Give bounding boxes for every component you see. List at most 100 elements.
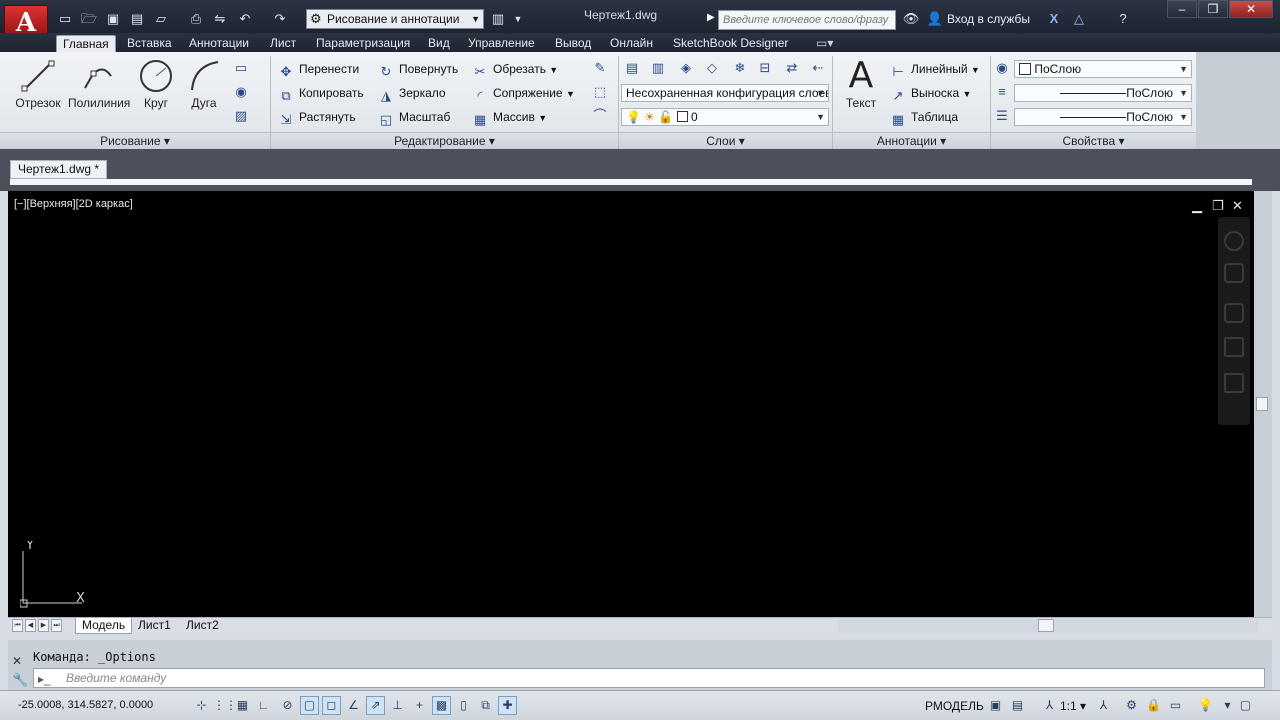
layout-tab-sheet1[interactable]: Лист1 bbox=[132, 618, 177, 634]
osnap-icon[interactable]: ▢ bbox=[300, 696, 319, 715]
search-input[interactable]: Введите ключевое слово/фразу bbox=[718, 10, 896, 30]
steering-wheel-icon[interactable] bbox=[1224, 231, 1244, 251]
annotation-panel-title[interactable]: Аннотации ▾ bbox=[833, 132, 990, 149]
scale-tool[interactable]: ◱ Масштаб bbox=[378, 108, 451, 127]
prev-layout-icon[interactable]: ◀ bbox=[25, 619, 36, 632]
scrollbar-thumb[interactable] bbox=[1256, 397, 1268, 411]
qat-customize-icon[interactable]: ▼ bbox=[509, 10, 527, 28]
properties-panel-title[interactable]: Свойства ▾ bbox=[991, 132, 1196, 149]
layout-tab-sheet2[interactable]: Лист2 bbox=[180, 618, 225, 634]
3dosnap-icon[interactable]: ◻ bbox=[322, 696, 341, 715]
workspace-select[interactable]: ⚙ Рисование и аннотации ▼ bbox=[306, 9, 484, 29]
otrack-icon[interactable]: ∠ bbox=[344, 696, 363, 715]
wrench-icon[interactable]: 🔧 bbox=[12, 672, 28, 688]
move-tool[interactable]: ✥ Перенести bbox=[278, 60, 360, 79]
erase-icon[interactable]: ✎ bbox=[590, 58, 610, 78]
snap-mode-icon[interactable]: ⋮⋮ bbox=[212, 696, 237, 715]
undo-icon[interactable]: ↶ bbox=[236, 10, 254, 28]
fillet-tool[interactable]: ◜ Сопряжение ▼ bbox=[472, 84, 574, 103]
workspace-switch-icon[interactable]: ▥ bbox=[489, 10, 507, 28]
layer-lock-icon[interactable]: ⊟ bbox=[755, 58, 775, 78]
infer-constraints-icon[interactable]: ⊹ bbox=[192, 696, 211, 715]
viewport-controls-label[interactable]: [−][Верхняя][2D каркас] bbox=[14, 198, 133, 210]
linear-dim-tool[interactable]: ⊢ Линейный ▼ bbox=[890, 60, 979, 79]
array-tool[interactable]: ▦ Массив ▼ bbox=[472, 108, 547, 127]
isolate-objects-icon[interactable]: 💡 bbox=[1196, 696, 1215, 715]
ribbon-minimize-icon[interactable]: ▭▾ bbox=[810, 35, 839, 53]
layers-panel-title[interactable]: Слои ▾ bbox=[619, 132, 832, 149]
dyn-icon[interactable]: ⊥ bbox=[388, 696, 407, 715]
tab-layout[interactable]: Лист bbox=[264, 35, 302, 53]
horizontal-scrollbar[interactable] bbox=[838, 619, 1258, 633]
layer-state-icon[interactable]: ▥ bbox=[648, 58, 668, 78]
drawing-area[interactable]: [−][Верхняя][2D каркас] ▁ ❐ ✕ Y X bbox=[8, 191, 1254, 617]
layer-isolate-icon[interactable]: ◇ bbox=[702, 58, 722, 78]
color-select[interactable]: ПоСлою ▼ bbox=[1014, 60, 1192, 78]
first-layout-icon[interactable]: ⏮ bbox=[12, 619, 23, 632]
annotation-scale-icon[interactable]: ⅄ bbox=[1040, 696, 1059, 715]
save-as-icon[interactable]: ▤ bbox=[128, 10, 146, 28]
search-expand-icon[interactable]: ▶ bbox=[707, 12, 715, 23]
binoculars-icon[interactable]: 👁 bbox=[902, 10, 920, 28]
layer-off-icon[interactable]: ◈ bbox=[676, 58, 696, 78]
quick-view-drawings-icon[interactable]: ▤ bbox=[1008, 696, 1027, 715]
status-menu-icon[interactable]: ▾ bbox=[1218, 696, 1237, 715]
lineweight-icon[interactable]: ≡ bbox=[992, 82, 1012, 102]
minimize-button[interactable]: – bbox=[1167, 0, 1197, 18]
open-file-icon[interactable]: 🗁 bbox=[80, 10, 98, 28]
selection-cycling-icon[interactable]: ⧉ bbox=[476, 696, 495, 715]
hatch-icon[interactable]: ◉ bbox=[231, 82, 251, 102]
table-tool[interactable]: ▦ Таблица bbox=[890, 108, 958, 127]
tab-manage[interactable]: Управление bbox=[462, 35, 541, 53]
match-properties-icon[interactable]: ◉ bbox=[992, 58, 1012, 78]
offset-icon[interactable]: ⌒ bbox=[590, 106, 610, 126]
layer-freeze-icon[interactable]: ❄ bbox=[730, 58, 750, 78]
draw-panel-title[interactable]: Рисование ▾ bbox=[0, 132, 270, 149]
signin-button[interactable]: Вход в службы bbox=[947, 12, 1030, 26]
transparency-icon[interactable]: ▩ bbox=[432, 696, 451, 715]
print-icon[interactable]: ⎙ bbox=[187, 10, 205, 28]
model-space-label[interactable]: РМОДЕЛЬ bbox=[925, 699, 984, 713]
tab-output[interactable]: Вывод bbox=[549, 35, 597, 53]
arc-tool[interactable]: Дуга bbox=[176, 58, 232, 110]
workspace-switching-icon[interactable]: ⚙ bbox=[1122, 696, 1141, 715]
tab-annotate[interactable]: Аннотации bbox=[183, 35, 255, 53]
layer-state-select[interactable]: Несохраненная конфигурация слоев ▼ bbox=[621, 84, 829, 102]
layer-select[interactable]: 💡 ☀ 🔓 0 ▼ bbox=[621, 108, 829, 126]
tab-parametric[interactable]: Параметризация bbox=[310, 35, 416, 53]
explode-icon[interactable]: ⬚ bbox=[590, 82, 610, 102]
next-layout-icon[interactable]: ▶ bbox=[38, 619, 49, 632]
rotate-tool[interactable]: ↻ Повернуть bbox=[378, 60, 459, 79]
rectangle-icon[interactable]: ▭ bbox=[231, 58, 251, 78]
layer-previous-icon[interactable]: ⇠ bbox=[808, 58, 828, 78]
tab-insert[interactable]: Вставка bbox=[121, 35, 178, 53]
annotation-monitor-icon[interactable]: ✚ bbox=[498, 696, 517, 715]
plot-preview-icon[interactable]: ⇋ bbox=[211, 10, 229, 28]
close-icon[interactable]: ✕ bbox=[12, 654, 22, 668]
region-icon[interactable]: ▨ bbox=[231, 106, 251, 126]
ortho-icon[interactable]: ∟ bbox=[254, 696, 273, 715]
orbit-icon[interactable] bbox=[1224, 263, 1244, 283]
annotation-visibility-icon[interactable]: ⅄ bbox=[1094, 696, 1113, 715]
toolbar-lock-icon[interactable]: 🔒 bbox=[1144, 696, 1163, 715]
text-tool[interactable]: A Текст bbox=[834, 58, 888, 111]
quick-view-layouts-icon[interactable]: ▣ bbox=[986, 696, 1005, 715]
scrollbar-thumb[interactable] bbox=[1038, 619, 1054, 632]
viewport-restore-icon[interactable]: ❐ bbox=[1212, 198, 1224, 214]
clean-screen-icon[interactable]: ▢ bbox=[1236, 696, 1255, 715]
tab-online[interactable]: Онлайн bbox=[604, 35, 659, 53]
lineweight-toggle-icon[interactable]: + bbox=[410, 696, 429, 715]
grid-icon[interactable]: ▦ bbox=[233, 696, 252, 715]
help-icon[interactable]: ? bbox=[1114, 10, 1132, 28]
quick-properties-icon[interactable]: ▯ bbox=[454, 696, 473, 715]
publish-icon[interactable]: ▱ bbox=[152, 10, 170, 28]
tab-sketchbook[interactable]: SketchBook Designer bbox=[667, 35, 794, 53]
last-layout-icon[interactable]: ⏭ bbox=[51, 619, 62, 632]
viewport-close-icon[interactable]: ✕ bbox=[1232, 198, 1243, 214]
autodesk-icon[interactable]: △ bbox=[1070, 10, 1088, 28]
viewport-minimize-icon[interactable]: ▁ bbox=[1192, 198, 1202, 214]
copy-tool[interactable]: ⧉ Копировать bbox=[278, 84, 363, 103]
exchange-icon[interactable]: X bbox=[1045, 10, 1063, 28]
layer-match-icon[interactable]: ⇄ bbox=[782, 58, 802, 78]
lineweight-select[interactable]: ПоСлою ▼ bbox=[1014, 84, 1192, 102]
